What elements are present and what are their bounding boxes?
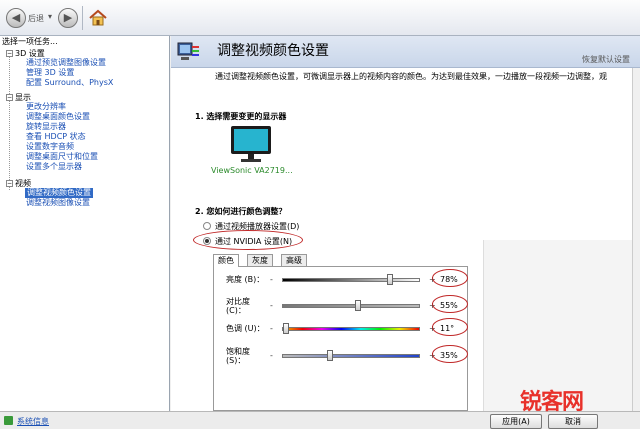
hue-track[interactable] [282,327,420,331]
monitor-icon[interactable] [229,124,273,164]
video-color-icon [177,42,199,60]
forward-arrow-icon[interactable]: ▶ [58,8,78,28]
hue-thumb[interactable] [283,323,290,334]
sidebar-item-preview-image[interactable]: 通过预览调整图像设置 [26,58,106,68]
brightness-minus[interactable]: - [270,275,273,284]
brightness-track[interactable] [282,278,420,282]
page-title: 调整视频颜色设置 [217,43,329,59]
hue-ring [432,318,468,336]
watermark-text: 锐客网 [520,390,584,415]
collapse-icon: − [6,94,13,101]
section-select-display: 1. 选择需要变更的显示器 [195,112,287,121]
sidebar-item-rotate[interactable]: 旋转显示器 [26,122,66,132]
back-dropdown-icon[interactable]: ▾ [48,12,52,21]
brightness-ring [432,269,468,287]
color-slider-panel: 亮度 (B)： - + 78% 对比度 (C)： - + 55% 色调 (U)：… [213,266,468,411]
tree-connector [9,56,10,190]
page-banner: 调整视频颜色设置 恢复默认设置 [171,36,640,68]
tab-gray[interactable]: 灰度 [247,254,273,266]
sidebar-item-hdcp[interactable]: 查看 HDCP 状态 [26,132,86,142]
monitor-label[interactable]: ViewSonic VA2719... [211,166,293,175]
main-content: 调整视频颜色设置 恢复默认设置 通过调整视频颜色设置，可微调显示器上的视频内容的… [171,36,640,411]
sidebar-title: 选择一项任务... [2,37,58,46]
radio-player-settings[interactable] [203,222,211,230]
home-icon[interactable] [88,8,108,28]
section-color-method: 2. 您如何进行颜色调整？ [195,207,287,216]
sidebar-item-video-image[interactable]: 调整视频图像设置 [26,198,90,208]
sidebar-item-video-color[interactable]: 调整视频颜色设置 [25,188,93,198]
sidebar-item-surround-physx[interactable]: 配置 Surround、PhysX [26,78,113,88]
main-scrollbar[interactable] [632,68,640,411]
back-label[interactable]: 后退 [28,13,44,24]
saturation-label: 饱和度 (S)： [226,347,250,365]
system-info-icon[interactable] [4,416,13,425]
sidebar-item-multi-display[interactable]: 设置多个显示器 [26,162,82,172]
contrast-thumb[interactable] [354,300,361,311]
sidebar-item-desktop-size[interactable]: 调整桌面尺寸和位置 [26,152,98,162]
brightness-label: 亮度 (B)： [226,275,265,284]
restore-defaults-link[interactable]: 恢复默认设置 [582,54,630,65]
page-description: 通过调整视频颜色设置，可微调显示器上的视频内容的颜色。为达到最佳效果，一边播放一… [215,72,607,81]
sidebar-item-digital-audio[interactable]: 设置数字音频 [26,142,74,152]
toolbar: ◀ 后退 ▾ ▶ [0,0,640,36]
contrast-track[interactable] [282,304,420,308]
contrast-label: 对比度 (C)： [226,297,250,315]
hue-minus[interactable]: - [270,324,273,333]
tab-color[interactable]: 颜色 [213,254,239,267]
sidebar-item-resolution[interactable]: 更改分辨率 [26,102,66,112]
sidebar-item-desktop-color[interactable]: 调整桌面颜色设置 [26,112,90,122]
task-sidebar: 选择一项任务... −3D 设置 通过预览调整图像设置 管理 3D 设置 配置 … [0,36,170,411]
tab-advanced[interactable]: 高级 [281,254,307,266]
saturation-ring [432,345,468,363]
contrast-ring [432,295,468,313]
contrast-minus[interactable]: - [270,301,273,310]
sidebar-item-manage-3d[interactable]: 管理 3D 设置 [26,68,74,78]
saturation-minus[interactable]: - [270,351,273,360]
saturation-track[interactable] [282,354,420,358]
collapse-icon: − [6,50,13,57]
toolbar-separator [82,6,83,30]
highlight-ring [193,230,303,250]
collapse-icon: − [6,180,13,187]
back-arrow-icon[interactable]: ◀ [6,8,26,28]
cancel-button[interactable]: 取消 [548,414,598,429]
apply-button[interactable]: 应用(A) [490,414,542,429]
hue-label: 色调 (U)： [226,324,265,333]
saturation-thumb[interactable] [327,350,334,361]
system-info-link[interactable]: 系统信息 [17,416,49,427]
brightness-thumb[interactable] [386,274,393,285]
